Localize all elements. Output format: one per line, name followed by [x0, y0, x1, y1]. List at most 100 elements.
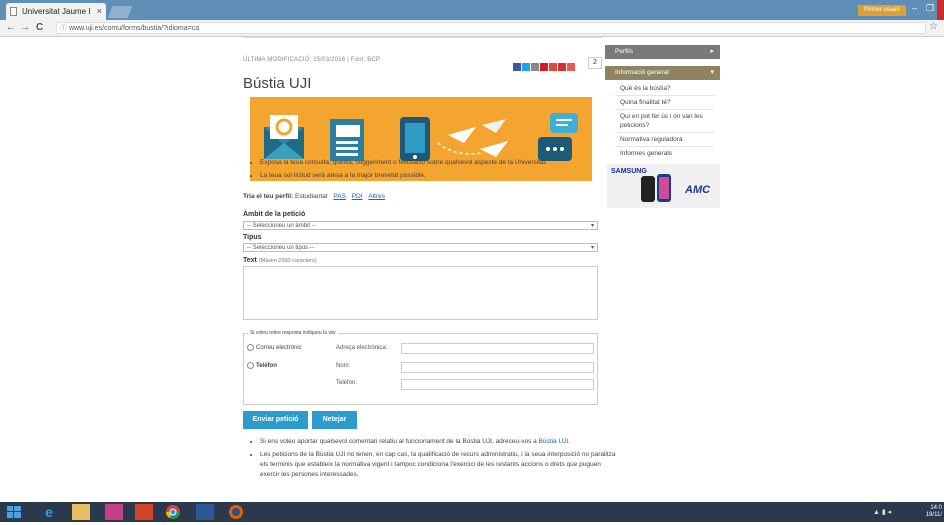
close-tab-icon[interactable]: ×	[97, 3, 102, 20]
last-modified: ÚLTIMA MODIFICACIÓ: 15/03/2016 | Font: B…	[243, 57, 381, 63]
name-field-label: Nom:	[336, 363, 351, 369]
clock-time: 14:0	[930, 505, 942, 511]
note-text: Si ens voleu aportar qualsevol comentari…	[260, 438, 539, 445]
google-plus-icon[interactable]	[549, 63, 557, 71]
bookmark-star-icon[interactable]: ☆	[929, 21, 938, 32]
send-button[interactable]: Enviar petició	[243, 411, 308, 429]
phone-radio-label: Telèfon	[256, 363, 277, 370]
sidebar-link-informes[interactable]: Informes generals	[620, 149, 715, 158]
word-icon[interactable]	[196, 504, 214, 520]
page-content: ÚLTIMA MODIFICACIÓ: 15/03/2016 | Font: B…	[0, 37, 944, 502]
sidebar-link-normativa[interactable]: Normativa reguladora	[620, 135, 715, 144]
email-radio[interactable]: Correu electrònic	[247, 344, 302, 351]
pinterest-icon[interactable]	[540, 63, 548, 71]
app-icon[interactable]	[105, 504, 123, 520]
response-legend: Si voleu rebre resposta indiqueu la via:	[248, 330, 339, 336]
windows-start-icon[interactable]	[6, 504, 24, 520]
powerpoint-icon[interactable]	[135, 504, 153, 520]
phone-field[interactable]	[401, 379, 594, 390]
sidebar-info-general[interactable]: Informació general ▾	[605, 66, 720, 80]
ambit-label: Àmbit de la petició	[243, 211, 306, 218]
tipus-select-value: -- Seleccioneu un tipus --	[247, 245, 314, 251]
clock[interactable]: 14:0 18/11/	[926, 505, 942, 519]
tab-title: Universitat Jaume I	[22, 7, 91, 16]
dropdown-arrow-icon: ▾	[590, 223, 594, 229]
phones-image	[641, 174, 671, 202]
divider	[615, 146, 715, 147]
email-field[interactable]	[401, 343, 594, 354]
internet-explorer-icon[interactable]: e	[40, 504, 58, 520]
user-profile-button[interactable]: Primer usuari	[858, 5, 906, 16]
divider	[615, 95, 715, 96]
profile-selector: Tria el teu perfil: Estudiantat PAS PDI …	[243, 193, 385, 200]
info-icon: ⓘ	[60, 25, 67, 32]
forward-icon[interactable]: →	[20, 22, 30, 33]
samsung-ad[interactable]: SAMSUNG AMC	[607, 164, 720, 208]
browser-tab[interactable]: Universitat Jaume I ×	[6, 3, 106, 20]
text-label: Text	[243, 257, 257, 264]
page-title: Bústia UJI	[243, 75, 312, 92]
file-explorer-icon[interactable]	[72, 504, 90, 520]
sidebar-link-qui[interactable]: Qui en pot fer ús i on van les peticions…	[620, 112, 715, 130]
sidebar-link-finalitat[interactable]: Quina finalitat té?	[620, 98, 715, 107]
url-text: www.uji.es/comu/forms/bustia/?idioma=ca	[69, 25, 200, 32]
address-bar: ← → C ⓘ www.uji.es/comu/forms/bustia/?id…	[0, 20, 944, 37]
divider	[615, 109, 715, 110]
list-item: Si ens voleu aportar qualsevol comentari…	[260, 437, 620, 447]
note-end: .	[568, 438, 571, 445]
more-share-icon[interactable]	[567, 63, 575, 71]
profile-link-pas[interactable]: PAS	[333, 193, 346, 200]
url-input[interactable]: ⓘ www.uji.es/comu/forms/bustia/?idioma=c…	[56, 22, 926, 34]
list-item: Les peticions de la Bústia UJI no tenen,…	[260, 450, 620, 480]
tipus-select[interactable]: -- Seleccioneu un tipus -- ▾	[243, 243, 598, 252]
clear-button[interactable]: Netejar	[312, 411, 357, 429]
close-window-icon[interactable]	[937, 0, 944, 20]
chrome-icon[interactable]	[165, 504, 183, 520]
list-item: La teua sol·licitud serà atesa a la majo…	[260, 172, 620, 179]
tipus-label: Tipus	[243, 234, 262, 241]
new-tab-button[interactable]	[107, 6, 133, 18]
bustia-link[interactable]: Bústia UJI	[539, 438, 569, 445]
ad-logo: AMC	[685, 184, 711, 196]
page-icon	[10, 7, 17, 16]
ambit-select[interactable]: -- Seleccioneu un àmbit -- ▾	[243, 221, 598, 230]
browser-title-bar: Universitat Jaume I × Primer usuari – ❐	[0, 0, 944, 20]
notes-list: Si ens voleu aportar qualsevol comentari…	[250, 437, 620, 483]
dropdown-arrow-icon: ▾	[590, 245, 594, 251]
list-item: Exposa la teua consulta, queixa, suggeri…	[260, 159, 620, 166]
sidebar-top-buttons	[605, 37, 720, 50]
phone-field-label: Telèfon:	[336, 380, 358, 386]
taskbar: e ▲ ▮ ◂ 14:0 18/11/	[0, 502, 944, 522]
chevron-right-icon: ▸	[710, 48, 714, 55]
name-field[interactable]	[401, 362, 594, 373]
share-count: 2	[588, 57, 602, 69]
system-tray[interactable]: ▲ ▮ ◂	[873, 508, 891, 516]
email-field-label: Adreça electrònica:	[336, 345, 388, 351]
email-radio-label: Correu electrònic	[256, 345, 302, 352]
divider	[243, 37, 603, 42]
share-buttons	[513, 58, 576, 71]
sidebar-perfils[interactable]: Perfils ▸	[605, 45, 720, 59]
sidebar-perfils-label: Perfils	[615, 48, 634, 55]
intro-list: Exposa la teua consulta, queixa, suggeri…	[250, 159, 620, 185]
email-icon[interactable]	[531, 63, 539, 71]
firefox-icon[interactable]	[228, 504, 246, 520]
facebook-icon[interactable]	[513, 63, 521, 71]
profile-link-pdi[interactable]: PDI	[352, 193, 363, 200]
clock-date: 18/11/	[925, 512, 942, 518]
radio-icon	[247, 362, 254, 369]
profile-current: Estudiantat	[295, 193, 328, 200]
text-area[interactable]	[243, 266, 598, 320]
back-icon[interactable]: ←	[6, 22, 16, 33]
reload-icon[interactable]: C	[36, 22, 43, 33]
ambit-select-value: -- Seleccioneu un àmbit --	[247, 223, 316, 229]
phone-radio[interactable]: Telèfon	[247, 362, 277, 369]
maximize-icon[interactable]: ❐	[926, 3, 934, 14]
text-label-row: Text (Màxim 2000 caràcters)	[243, 257, 317, 264]
profile-link-altres[interactable]: Altres	[368, 193, 385, 200]
share-icon[interactable]	[558, 63, 566, 71]
twitter-icon[interactable]	[522, 63, 530, 71]
sidebar-link-que-es[interactable]: Què és la bústia?	[620, 84, 715, 93]
minimize-icon[interactable]: –	[912, 3, 917, 13]
text-hint: (Màxim 2000 caràcters)	[258, 258, 317, 264]
